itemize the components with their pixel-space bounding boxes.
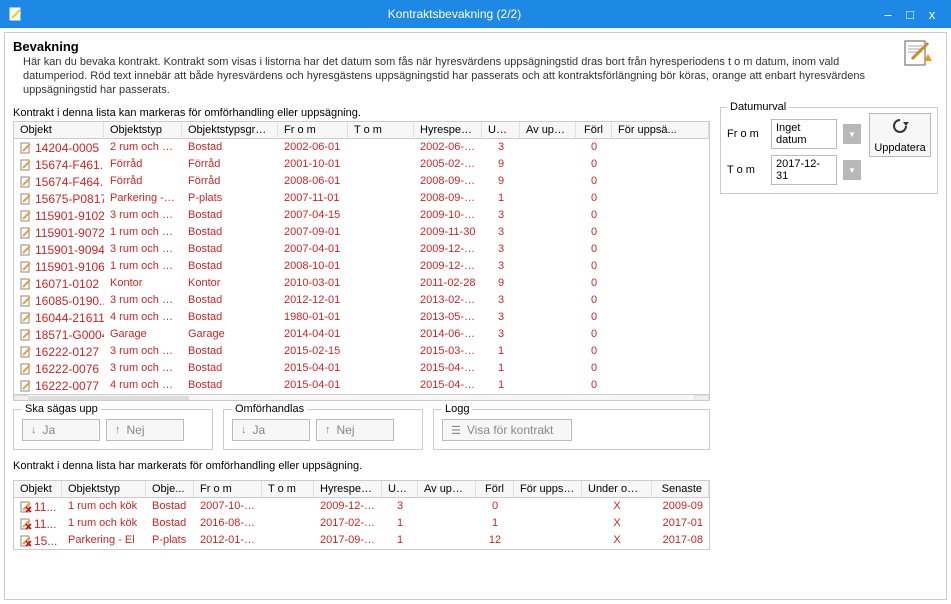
table-row[interactable]: 15674-F461...FörrådFörråd2001-10-012005-… <box>14 156 709 173</box>
table-row[interactable]: 15675-P0817Parkering - ElP-plats2007-11-… <box>14 190 709 207</box>
col2-objektstyp[interactable]: Objektstyp <box>62 481 146 498</box>
contract-row-icon <box>20 142 32 154</box>
arrow-down-icon: ↓ <box>31 424 37 436</box>
contract-row-icon <box>20 210 32 222</box>
col-avupps[interactable]: Av upps... <box>520 122 576 139</box>
contract-row-icon <box>20 261 32 273</box>
contract-row-marked-icon <box>20 535 32 547</box>
arrow-up-icon: ↑ <box>325 424 331 436</box>
contract-row-icon <box>20 312 32 324</box>
table-row[interactable]: 11...1 rum och kökBostad2016-08-012017-0… <box>14 515 709 532</box>
tom-date-input[interactable]: 2017-12-31 <box>771 155 837 185</box>
ska-sagas-ja-button[interactable]: ↓Ja <box>22 419 100 441</box>
table-row[interactable]: 15674-F464...FörrådFörråd2008-06-012008-… <box>14 173 709 190</box>
list1-caption: Kontrakt i denna lista kan markeras för … <box>13 107 710 119</box>
contract-row-icon <box>20 176 32 188</box>
contract-row-marked-icon <box>20 501 32 513</box>
table-row[interactable]: 18571-G0004GarageGarage2014-04-012014-06… <box>14 326 709 343</box>
col2-under-omf[interactable]: Under omf... <box>582 481 652 498</box>
col-from[interactable]: Fr o m <box>278 122 348 139</box>
col2-objekt[interactable]: Objekt <box>14 481 62 498</box>
scroll-left-icon[interactable]: ◄ <box>14 395 29 402</box>
from-date-dropdown-icon[interactable]: ▼ <box>843 124 861 144</box>
close-button[interactable]: x <box>921 7 943 22</box>
horizontal-scrollbar[interactable]: ◄ ► <box>14 394 709 401</box>
titlebar: Kontraktsbevakning (2/2) – □ x <box>0 0 951 28</box>
minimize-button[interactable]: – <box>877 7 899 22</box>
from-label: Fr o m <box>727 128 765 140</box>
table-row[interactable]: 16222-00774 rum och kökBostad2015-04-012… <box>14 377 709 394</box>
tom-date-dropdown-icon[interactable]: ▼ <box>843 160 861 180</box>
omforhandlas-ja-button[interactable]: ↓Ja <box>232 419 310 441</box>
col2-from[interactable]: Fr o m <box>194 481 262 498</box>
col-objektstypsgrupp[interactable]: Objektstypsgrupp <box>182 122 278 139</box>
col-upps[interactable]: Upps <box>482 122 520 139</box>
contract-row-icon <box>20 227 32 239</box>
table-row[interactable]: 115901-90721 rum och kökBostad2007-09-01… <box>14 224 709 241</box>
contracts-table-2[interactable]: Objekt Objektstyp Obje... Fr o m T o m H… <box>13 480 710 550</box>
datumurval-title: Datumurval <box>727 101 789 113</box>
app-icon <box>8 6 24 22</box>
table-row[interactable]: 115901-91061 rum och kökBostad2008-10-01… <box>14 258 709 275</box>
col2-foruppsa[interactable]: För uppsä... <box>514 481 582 498</box>
col2-upps[interactable]: Upps <box>382 481 418 498</box>
tom-label: T o m <box>727 164 765 176</box>
col2-senaste[interactable]: Senaste <box>652 481 709 498</box>
omforhandlas-nej-button[interactable]: ↑Nej <box>316 419 394 441</box>
contract-row-icon <box>20 329 32 341</box>
group-logg: Logg <box>442 403 472 415</box>
contract-warning-icon <box>898 39 938 97</box>
contract-row-icon <box>20 346 32 358</box>
uppdatera-button[interactable]: Uppdatera <box>869 113 931 157</box>
contract-row-icon <box>20 380 32 392</box>
arrow-up-icon: ↑ <box>115 424 121 436</box>
table-row[interactable]: 16044-216114 rum och kökBostad1980-01-01… <box>14 309 709 326</box>
table-row[interactable]: 14204-00052 rum och k...Bostad2002-06-01… <box>14 139 709 156</box>
arrow-down-icon: ↓ <box>241 424 247 436</box>
table-row[interactable]: 16222-00763 rum och kökBostad2015-04-012… <box>14 360 709 377</box>
col-forl[interactable]: Förl <box>576 122 612 139</box>
col2-tom[interactable]: T o m <box>262 481 314 498</box>
datumurval-panel: Datumurval Fr o m Inget datum ▼ T o m 20… <box>720 107 938 194</box>
col2-obje[interactable]: Obje... <box>146 481 194 498</box>
table-row[interactable]: 11...1 rum och kökBostad2007-10-012009-1… <box>14 498 709 515</box>
contract-row-icon <box>20 295 32 307</box>
group-ska-sagas-upp: Ska sägas upp <box>22 403 101 415</box>
table-row[interactable]: 16222-01273 rum och kökBostad2015-02-152… <box>14 343 709 360</box>
contract-row-icon <box>20 159 32 171</box>
col2-forl[interactable]: Förl <box>476 481 514 498</box>
col-objektstyp[interactable]: Objektstyp <box>104 122 182 139</box>
table-row[interactable]: 16085-0190...3 rum och kökBostad2012-12-… <box>14 292 709 309</box>
contract-row-icon <box>20 363 32 375</box>
contract-row-icon <box>20 244 32 256</box>
contract-row-icon <box>20 193 32 205</box>
col-hyresperi[interactable]: Hyresperi... <box>414 122 482 139</box>
list2-caption: Kontrakt i denna lista har markerats för… <box>13 460 710 472</box>
page-description: Här kan du bevaka kontrakt. Kontrakt som… <box>13 56 898 97</box>
maximize-button[interactable]: □ <box>899 7 921 22</box>
col2-avupps[interactable]: Av upps... <box>418 481 476 498</box>
list-icon: ☰ <box>451 424 461 437</box>
contract-row-marked-icon <box>20 518 32 530</box>
col-objekt[interactable]: Objekt <box>14 122 104 139</box>
col-foruppsa[interactable]: För uppsä... <box>612 122 709 139</box>
contracts-table-1[interactable]: Objekt Objektstyp Objektstypsgrupp Fr o … <box>13 121 710 401</box>
scroll-right-icon[interactable]: ► <box>694 395 709 402</box>
col-tom[interactable]: T o m <box>348 122 414 139</box>
ska-sagas-nej-button[interactable]: ↑Nej <box>106 419 184 441</box>
page-title: Bevakning <box>13 39 898 54</box>
scroll-thumb[interactable] <box>29 396 189 402</box>
table-row[interactable]: 16071-0102KontorKontor2010-03-012011-02-… <box>14 275 709 292</box>
window-title: Kontraktsbevakning (2/2) <box>32 7 877 21</box>
group-omforhandlas: Omförhandlas <box>232 403 307 415</box>
refresh-icon <box>891 117 909 140</box>
table-row[interactable]: 115901-91023 rum och kökBostad2007-04-15… <box>14 207 709 224</box>
contract-row-icon <box>20 278 32 290</box>
from-date-input[interactable]: Inget datum <box>771 119 837 149</box>
table-row[interactable]: 15...Parkering - ElP-plats2012-01-012017… <box>14 532 709 549</box>
visa-for-kontrakt-button[interactable]: ☰Visa för kontrakt <box>442 419 572 441</box>
col2-hyresperi[interactable]: Hyresperi... <box>314 481 382 498</box>
table-row[interactable]: 115901-90943 rum och kökBostad2007-04-01… <box>14 241 709 258</box>
